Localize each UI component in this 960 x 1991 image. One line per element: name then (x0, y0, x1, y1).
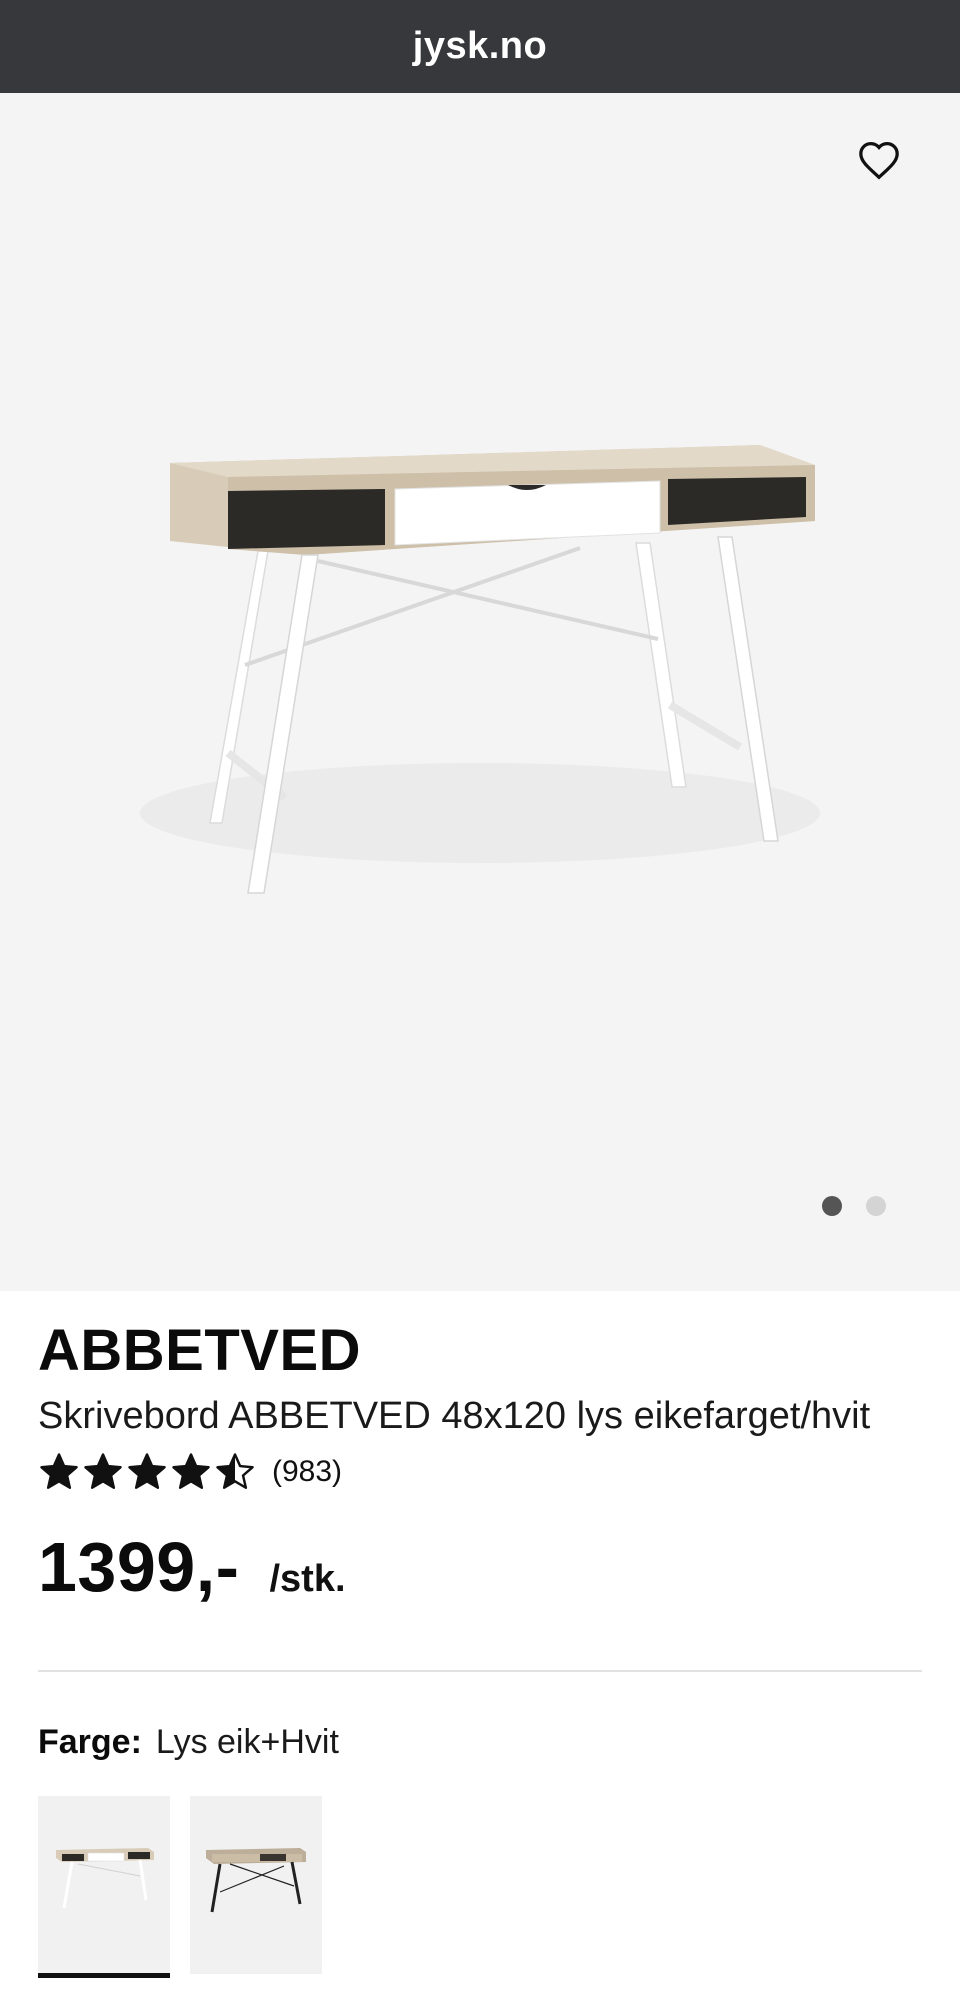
gallery-dot-2[interactable] (866, 1196, 886, 1216)
gallery-pagination (822, 1196, 886, 1216)
heart-icon (859, 141, 899, 180)
color-label: Farge: (38, 1723, 142, 1761)
swatch-light-oak-black[interactable] (190, 1796, 322, 1974)
review-count: (983) (272, 1455, 343, 1488)
star-full-icon (84, 1453, 122, 1489)
favorite-heart-button[interactable] (854, 135, 904, 185)
price-unit: /stk. (269, 1558, 346, 1600)
star-full-icon (172, 1453, 210, 1489)
color-value: Lys eik+Hvit (155, 1723, 339, 1761)
swatch-light-oak-white[interactable] (38, 1796, 170, 1978)
color-swatches (38, 1796, 322, 1978)
rating-stars (38, 1451, 256, 1493)
gallery-dot-1[interactable] (822, 1196, 842, 1216)
product-image-gallery[interactable] (0, 93, 960, 1291)
star-full-icon (40, 1453, 78, 1489)
price: 1399,- /stk. (38, 1527, 346, 1607)
desk-black-legs-thumbnail (206, 1848, 306, 1913)
browser-address-bar[interactable]: jysk.no (0, 0, 960, 93)
product-image-desk (140, 445, 820, 894)
star-half-icon (216, 1453, 254, 1489)
color-selection: Farge: Lys eik+Hvit (38, 1723, 339, 1762)
site-domain: jysk.no (412, 25, 548, 67)
divider (38, 1670, 922, 1672)
rating-summary[interactable]: (983) (38, 1451, 342, 1493)
star-full-icon (128, 1453, 166, 1489)
desk-white-legs-thumbnail (56, 1848, 154, 1909)
price-amount: 1399,- (38, 1528, 240, 1606)
product-title: ABBETVED (38, 1318, 362, 1383)
product-description: Skrivebord ABBETVED 48x120 lys eikefarge… (38, 1395, 871, 1437)
